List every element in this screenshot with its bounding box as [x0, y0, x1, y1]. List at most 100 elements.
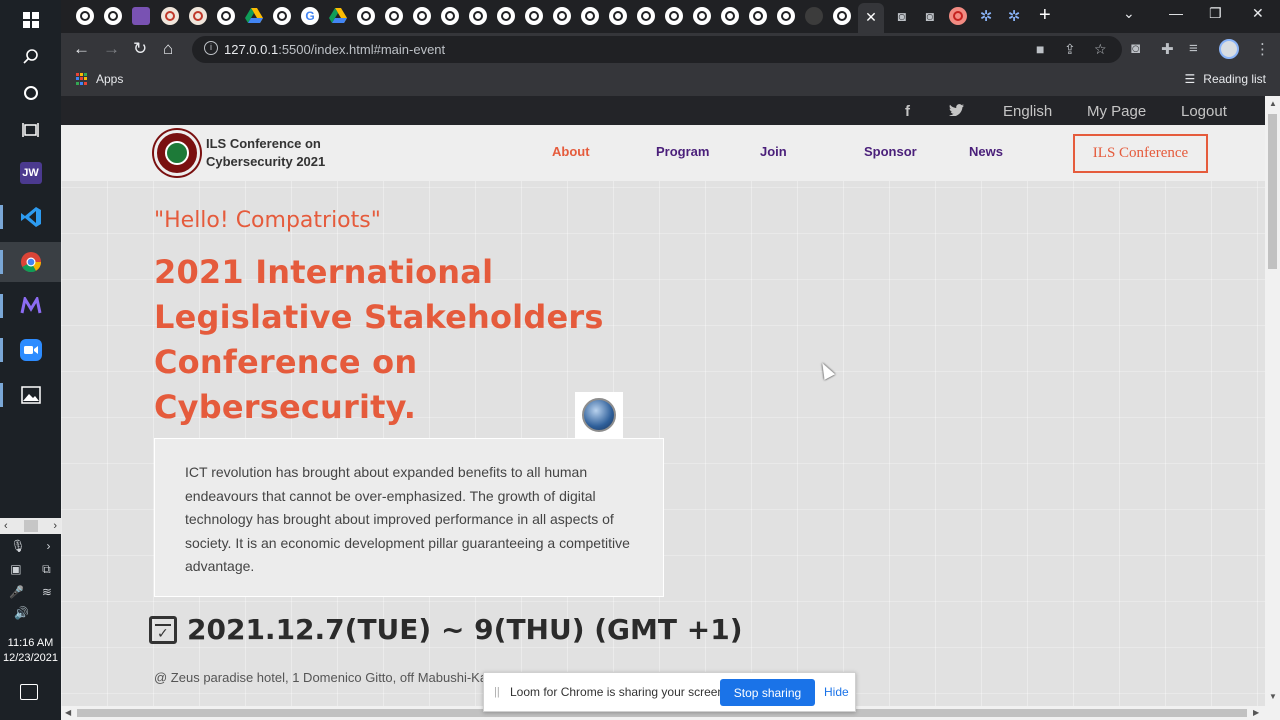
scroll-left-icon[interactable]: ◀: [65, 708, 71, 717]
close-tab-icon[interactable]: ✕: [865, 9, 877, 25]
stop-sharing-button[interactable]: Stop sharing: [720, 679, 815, 706]
tab-favicon-icon[interactable]: [357, 7, 375, 25]
tab-favicon-icon[interactable]: [609, 7, 627, 25]
vertical-scroll-thumb[interactable]: [1268, 114, 1277, 269]
wifi-icon[interactable]: ≋: [42, 585, 52, 599]
tab-favicon-icon[interactable]: [76, 7, 94, 25]
photos-icon[interactable]: [0, 375, 61, 415]
restore-icon[interactable]: ❐: [1209, 5, 1222, 22]
coat-of-arms-logo[interactable]: [154, 130, 200, 176]
tab-favicon-icon[interactable]: [665, 7, 683, 25]
tab-favicon-icon[interactable]: [441, 7, 459, 25]
tab-gear-icon[interactable]: ✲: [1005, 7, 1023, 25]
vscode-icon[interactable]: [0, 197, 61, 237]
tab-gear-icon[interactable]: ✲: [977, 7, 995, 25]
tab-favicon-icon[interactable]: [217, 7, 235, 25]
tab-search-chevron-icon[interactable]: ⌄: [1123, 5, 1135, 22]
taskbar-scroll[interactable]: ‹ ›: [0, 518, 61, 534]
chrome-taskbar-icon[interactable]: [0, 242, 61, 282]
tab-favicon-icon[interactable]: [161, 7, 179, 25]
microphone-icon[interactable]: 🎤: [9, 585, 24, 599]
camera-switch-icon[interactable]: ⧉: [42, 562, 51, 577]
app-m-icon[interactable]: [0, 286, 61, 326]
search-icon[interactable]: [0, 36, 61, 76]
share-icon[interactable]: ⇪: [1064, 41, 1076, 58]
site-info-icon[interactable]: i: [204, 41, 218, 55]
site-brand[interactable]: ILS Conference on Cybersecurity 2021: [206, 135, 346, 171]
scroll-right-icon[interactable]: ›: [53, 520, 57, 532]
taskbar-clock[interactable]: 11:16 AM 12/23/2021: [0, 636, 61, 666]
tab-drive-icon[interactable]: [329, 7, 347, 25]
nav-sponsor[interactable]: Sponsor: [864, 144, 917, 159]
screenshot-extension-icon[interactable]: ◙: [1131, 40, 1140, 57]
tab-favicon-icon[interactable]: [497, 7, 515, 25]
tab-bootstrap-icon[interactable]: [132, 7, 150, 25]
address-bar[interactable]: i 127.0.0.1:5500/index.html#main-event ■…: [192, 36, 1122, 63]
tab-favicon-icon[interactable]: [189, 7, 207, 25]
vertical-scrollbar[interactable]: ▲ ▼: [1265, 96, 1280, 706]
media-queue-icon[interactable]: ≡: [1189, 40, 1198, 57]
close-window-icon[interactable]: ✕: [1252, 5, 1264, 22]
jw-app-icon[interactable]: JW: [0, 153, 61, 193]
tab-favicon-icon[interactable]: [469, 7, 487, 25]
tab-github-icon[interactable]: [805, 7, 823, 25]
tab-favicon-icon[interactable]: [553, 7, 571, 25]
windows-start-icon[interactable]: [0, 0, 61, 40]
tab-favicon-icon[interactable]: [749, 7, 767, 25]
taskbar-scroll-thumb[interactable]: [23, 520, 38, 532]
back-arrow-icon[interactable]: ←: [73, 39, 90, 59]
apps-bookmark[interactable]: Apps: [76, 72, 123, 86]
tab-favicon-icon[interactable]: [273, 7, 291, 25]
facebook-icon[interactable]: f: [905, 103, 910, 120]
tab-favicon-icon[interactable]: [693, 7, 711, 25]
tab-favicon-icon[interactable]: [777, 7, 795, 25]
nav-about[interactable]: About: [552, 144, 590, 159]
scroll-down-icon[interactable]: ▼: [1269, 692, 1277, 701]
volume-icon[interactable]: 🔊: [14, 606, 29, 620]
task-view-icon[interactable]: [0, 110, 61, 150]
drag-handle-icon[interactable]: ||: [494, 686, 500, 698]
camera-in-use-icon[interactable]: ■: [1036, 41, 1044, 57]
reading-list[interactable]: ☰ Reading list: [1185, 72, 1266, 86]
language-link[interactable]: English: [1003, 103, 1052, 120]
nav-join[interactable]: Join: [760, 144, 787, 159]
microphone-muted-icon[interactable]: 🎙: [10, 539, 25, 553]
logout-link[interactable]: Logout: [1181, 103, 1227, 120]
url-text[interactable]: 127.0.0.1:5500/index.html#main-event: [224, 42, 445, 57]
notification-center-icon[interactable]: [20, 684, 38, 700]
tab-favicon-icon[interactable]: [413, 7, 431, 25]
tab-favicon-icon[interactable]: [385, 7, 403, 25]
chrome-menu-icon[interactable]: ⋮: [1255, 40, 1270, 58]
tab-favicon-icon[interactable]: [104, 7, 122, 25]
new-tab-button[interactable]: +: [1039, 4, 1051, 27]
tab-google-icon[interactable]: G: [301, 7, 319, 25]
forward-arrow-icon[interactable]: →: [103, 39, 120, 59]
chevron-right-icon[interactable]: ›: [47, 539, 51, 553]
my-page-link[interactable]: My Page: [1087, 103, 1146, 120]
extensions-puzzle-icon[interactable]: ✚: [1161, 40, 1174, 58]
nav-news[interactable]: News: [969, 144, 1003, 159]
tab-camera-icon[interactable]: ◙: [921, 7, 939, 25]
tab-favicon-icon[interactable]: [581, 7, 599, 25]
ils-conference-button[interactable]: ILS Conference: [1073, 134, 1208, 173]
scroll-left-icon[interactable]: ‹: [4, 520, 8, 532]
twitter-icon[interactable]: [949, 103, 964, 120]
tab-record-icon[interactable]: [949, 7, 967, 25]
profile-avatar[interactable]: [1219, 39, 1239, 59]
minimize-icon[interactable]: —: [1169, 5, 1183, 21]
tab-camera-icon[interactable]: ◙: [893, 7, 911, 25]
nav-program[interactable]: Program: [656, 144, 709, 159]
home-icon[interactable]: ⌂: [163, 39, 173, 59]
bookmark-star-icon[interactable]: ☆: [1094, 41, 1107, 58]
cortana-icon[interactable]: [0, 73, 61, 113]
zoom-icon[interactable]: [0, 330, 61, 370]
tab-favicon-icon[interactable]: [721, 7, 739, 25]
tab-favicon-icon[interactable]: [833, 7, 851, 25]
active-tab[interactable]: ✕: [858, 3, 884, 33]
hide-banner-link[interactable]: Hide: [824, 685, 849, 699]
tab-favicon-icon[interactable]: [637, 7, 655, 25]
tab-favicon-icon[interactable]: [525, 7, 543, 25]
reload-icon[interactable]: ↻: [133, 39, 147, 59]
scroll-up-icon[interactable]: ▲: [1269, 99, 1277, 108]
meet-icon[interactable]: ▣: [10, 562, 21, 577]
